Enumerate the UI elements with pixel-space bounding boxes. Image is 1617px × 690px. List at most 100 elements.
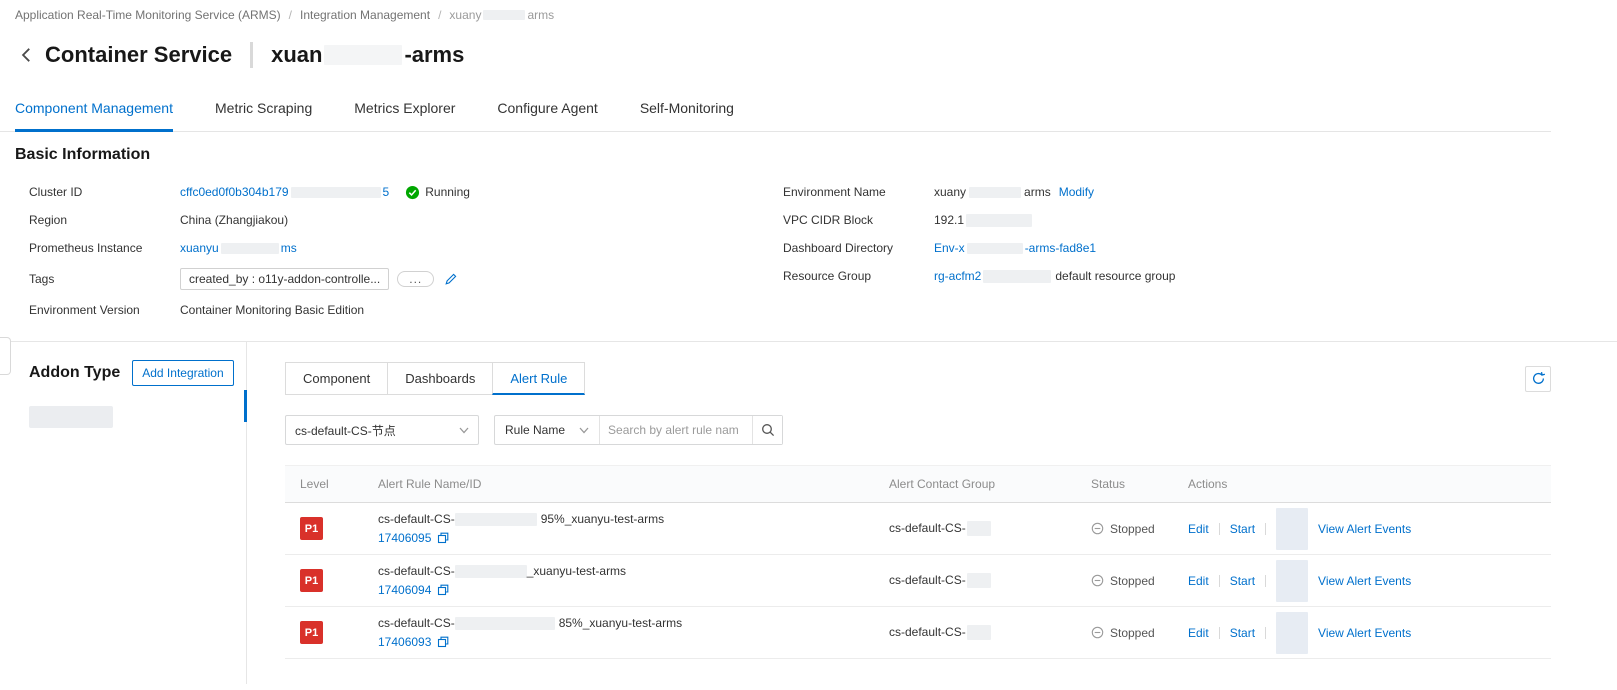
cluster-status: Running	[405, 185, 470, 200]
tab-configure-agent[interactable]: Configure Agent	[497, 90, 597, 131]
tab-component-management[interactable]: Component Management	[15, 90, 173, 132]
tab-alert-rule[interactable]: Alert Rule	[492, 362, 586, 395]
start-link[interactable]: Start	[1230, 574, 1255, 588]
modify-environment-name-link[interactable]: Modify	[1059, 185, 1094, 199]
tag-chip: created_by : o11y-addon-controlle...	[180, 268, 390, 290]
alert-rule-id-link[interactable]: 17406095	[378, 531, 431, 545]
redacted-action	[1276, 507, 1309, 550]
copy-icon	[438, 584, 449, 596]
copy-id-button[interactable]	[437, 636, 449, 648]
tab-component[interactable]: Component	[285, 362, 389, 395]
rule-name-select[interactable]: Rule Name	[495, 416, 601, 444]
status-badge: Stopped	[1091, 522, 1176, 536]
redacted-text	[454, 616, 555, 630]
panel-tabs: Component Dashboards Alert Rule	[285, 362, 1551, 395]
action-separator	[1265, 574, 1267, 587]
tab-metrics-explorer[interactable]: Metrics Explorer	[354, 90, 455, 131]
stopped-icon	[1091, 626, 1104, 639]
search-button[interactable]	[752, 416, 783, 444]
tags-more-button[interactable]: ...	[397, 271, 435, 287]
tab-dashboards[interactable]: Dashboards	[387, 362, 494, 395]
start-link[interactable]: Start	[1230, 626, 1255, 640]
col-header-name: Alert Rule Name/ID	[378, 477, 482, 491]
redacted-text	[969, 186, 1022, 198]
search-input[interactable]	[600, 416, 753, 444]
breadcrumb-current: xuany arms	[449, 8, 555, 22]
action-separator	[1218, 626, 1220, 639]
start-link[interactable]: Start	[1230, 522, 1255, 536]
resource-group-link[interactable]: rg-acfm2	[934, 269, 981, 283]
status-badge: Stopped	[1091, 626, 1176, 640]
col-header-level: Level	[300, 477, 329, 491]
field-environment-name: Environment Name xuany arms Modify	[783, 185, 1095, 199]
redacted-text	[966, 521, 991, 537]
edit-link[interactable]: Edit	[1188, 626, 1209, 640]
action-separator	[1265, 522, 1267, 535]
refresh-icon	[1532, 372, 1545, 384]
alert-rule-id-link[interactable]: 17406094	[378, 583, 431, 597]
table-header-row: Level Alert Rule Name/ID Alert Contact G…	[285, 465, 1551, 503]
instance-name: xuan -arms	[271, 42, 465, 67]
title-divider	[250, 42, 254, 68]
tags-edit-button[interactable]	[444, 272, 458, 286]
check-circle-icon	[406, 185, 420, 199]
edit-link[interactable]: Edit	[1188, 522, 1209, 536]
view-alert-events-link[interactable]: View Alert Events	[1318, 574, 1411, 588]
field-region: Region China (Zhangjiakou)	[29, 213, 289, 227]
alert-pane: Component Dashboards Alert Rule cs-defau…	[247, 342, 1617, 684]
edit-link[interactable]: Edit	[1188, 574, 1209, 588]
dashboard-directory-link[interactable]: Env-x -arms-fad8e1	[934, 241, 1096, 255]
alert-rule-table: Level Alert Rule Name/ID Alert Contact G…	[285, 465, 1551, 659]
chevron-down-icon	[579, 427, 589, 433]
redacted-text	[983, 269, 1052, 283]
redacted-text	[220, 243, 279, 255]
redacted-text	[454, 564, 527, 578]
cluster-id-link[interactable]: cffc0ed0f0b304b179 5	[180, 185, 389, 199]
tab-metric-scraping[interactable]: Metric Scraping	[215, 90, 312, 131]
copy-icon	[438, 532, 449, 544]
col-header-actions: Actions	[1188, 477, 1228, 491]
level-badge: P1	[300, 569, 323, 592]
addon-type-pane: Addon Type Add Integration	[0, 342, 247, 684]
copy-id-button[interactable]	[437, 584, 449, 596]
basic-info-right-column: Environment Name xuany arms Modify VPC C…	[783, 178, 1602, 324]
prometheus-instance-link[interactable]: xuanyu ms	[180, 241, 297, 255]
component-type-select[interactable]: cs-default-CS-节点	[285, 415, 479, 445]
breadcrumb-separator: /	[288, 8, 292, 22]
tab-self-monitoring[interactable]: Self-Monitoring	[640, 90, 734, 131]
breadcrumb-arms[interactable]: Application Real-Time Monitoring Service…	[15, 8, 281, 22]
filter-bar: cs-default-CS-节点 Rule Name	[285, 415, 1551, 445]
redacted-action	[1276, 559, 1309, 602]
alert-rule-id-link[interactable]: 17406093	[378, 635, 431, 649]
view-alert-events-link[interactable]: View Alert Events	[1318, 626, 1411, 640]
breadcrumb-integration-management[interactable]: Integration Management	[300, 8, 430, 22]
stopped-icon	[1091, 574, 1104, 587]
table-row: P1 cs-default-CS- _xuanyu-test-arms 17406…	[285, 555, 1551, 607]
action-separator	[1218, 574, 1220, 587]
basic-info-left-column: Cluster ID cffc0ed0f0b304b179 5 Running R…	[15, 178, 783, 324]
addon-selected-indicator	[244, 390, 247, 422]
back-button[interactable]	[15, 43, 39, 67]
alert-rule-name: cs-default-CS- 85%_xuanyu-test-arms	[378, 616, 683, 630]
breadcrumb-separator: /	[438, 8, 442, 22]
table-row: P1 cs-default-CS- 95%_xuanyu-test-arms 17…	[285, 503, 1551, 555]
lower-section: Addon Type Add Integration Component Das…	[0, 337, 1617, 684]
col-header-contact: Alert Contact Group	[889, 477, 996, 491]
addon-list-item-selected[interactable]	[29, 406, 113, 428]
basic-information-section: Basic Information Cluster ID cffc0ed0f0b…	[0, 132, 1617, 324]
add-integration-button[interactable]: Add Integration	[132, 360, 234, 386]
redacted-text	[966, 625, 991, 641]
redacted-text	[324, 45, 403, 65]
view-alert-events-link[interactable]: View Alert Events	[1318, 522, 1411, 536]
field-prometheus-instance: Prometheus Instance xuanyu ms	[29, 241, 297, 255]
level-badge: P1	[300, 517, 323, 540]
redacted-text	[483, 10, 526, 20]
search-icon	[761, 424, 774, 437]
chevron-down-icon	[459, 427, 469, 433]
refresh-button[interactable]	[1525, 365, 1551, 392]
field-resource-group: Resource Group rg-acfm2 default resource…	[783, 269, 1176, 283]
copy-id-button[interactable]	[437, 532, 449, 544]
field-cluster-id: Cluster ID cffc0ed0f0b304b179 5 Running	[29, 185, 470, 200]
sidebar-collapse-handle[interactable]	[0, 337, 11, 375]
section-title: Basic Information	[15, 146, 151, 163]
